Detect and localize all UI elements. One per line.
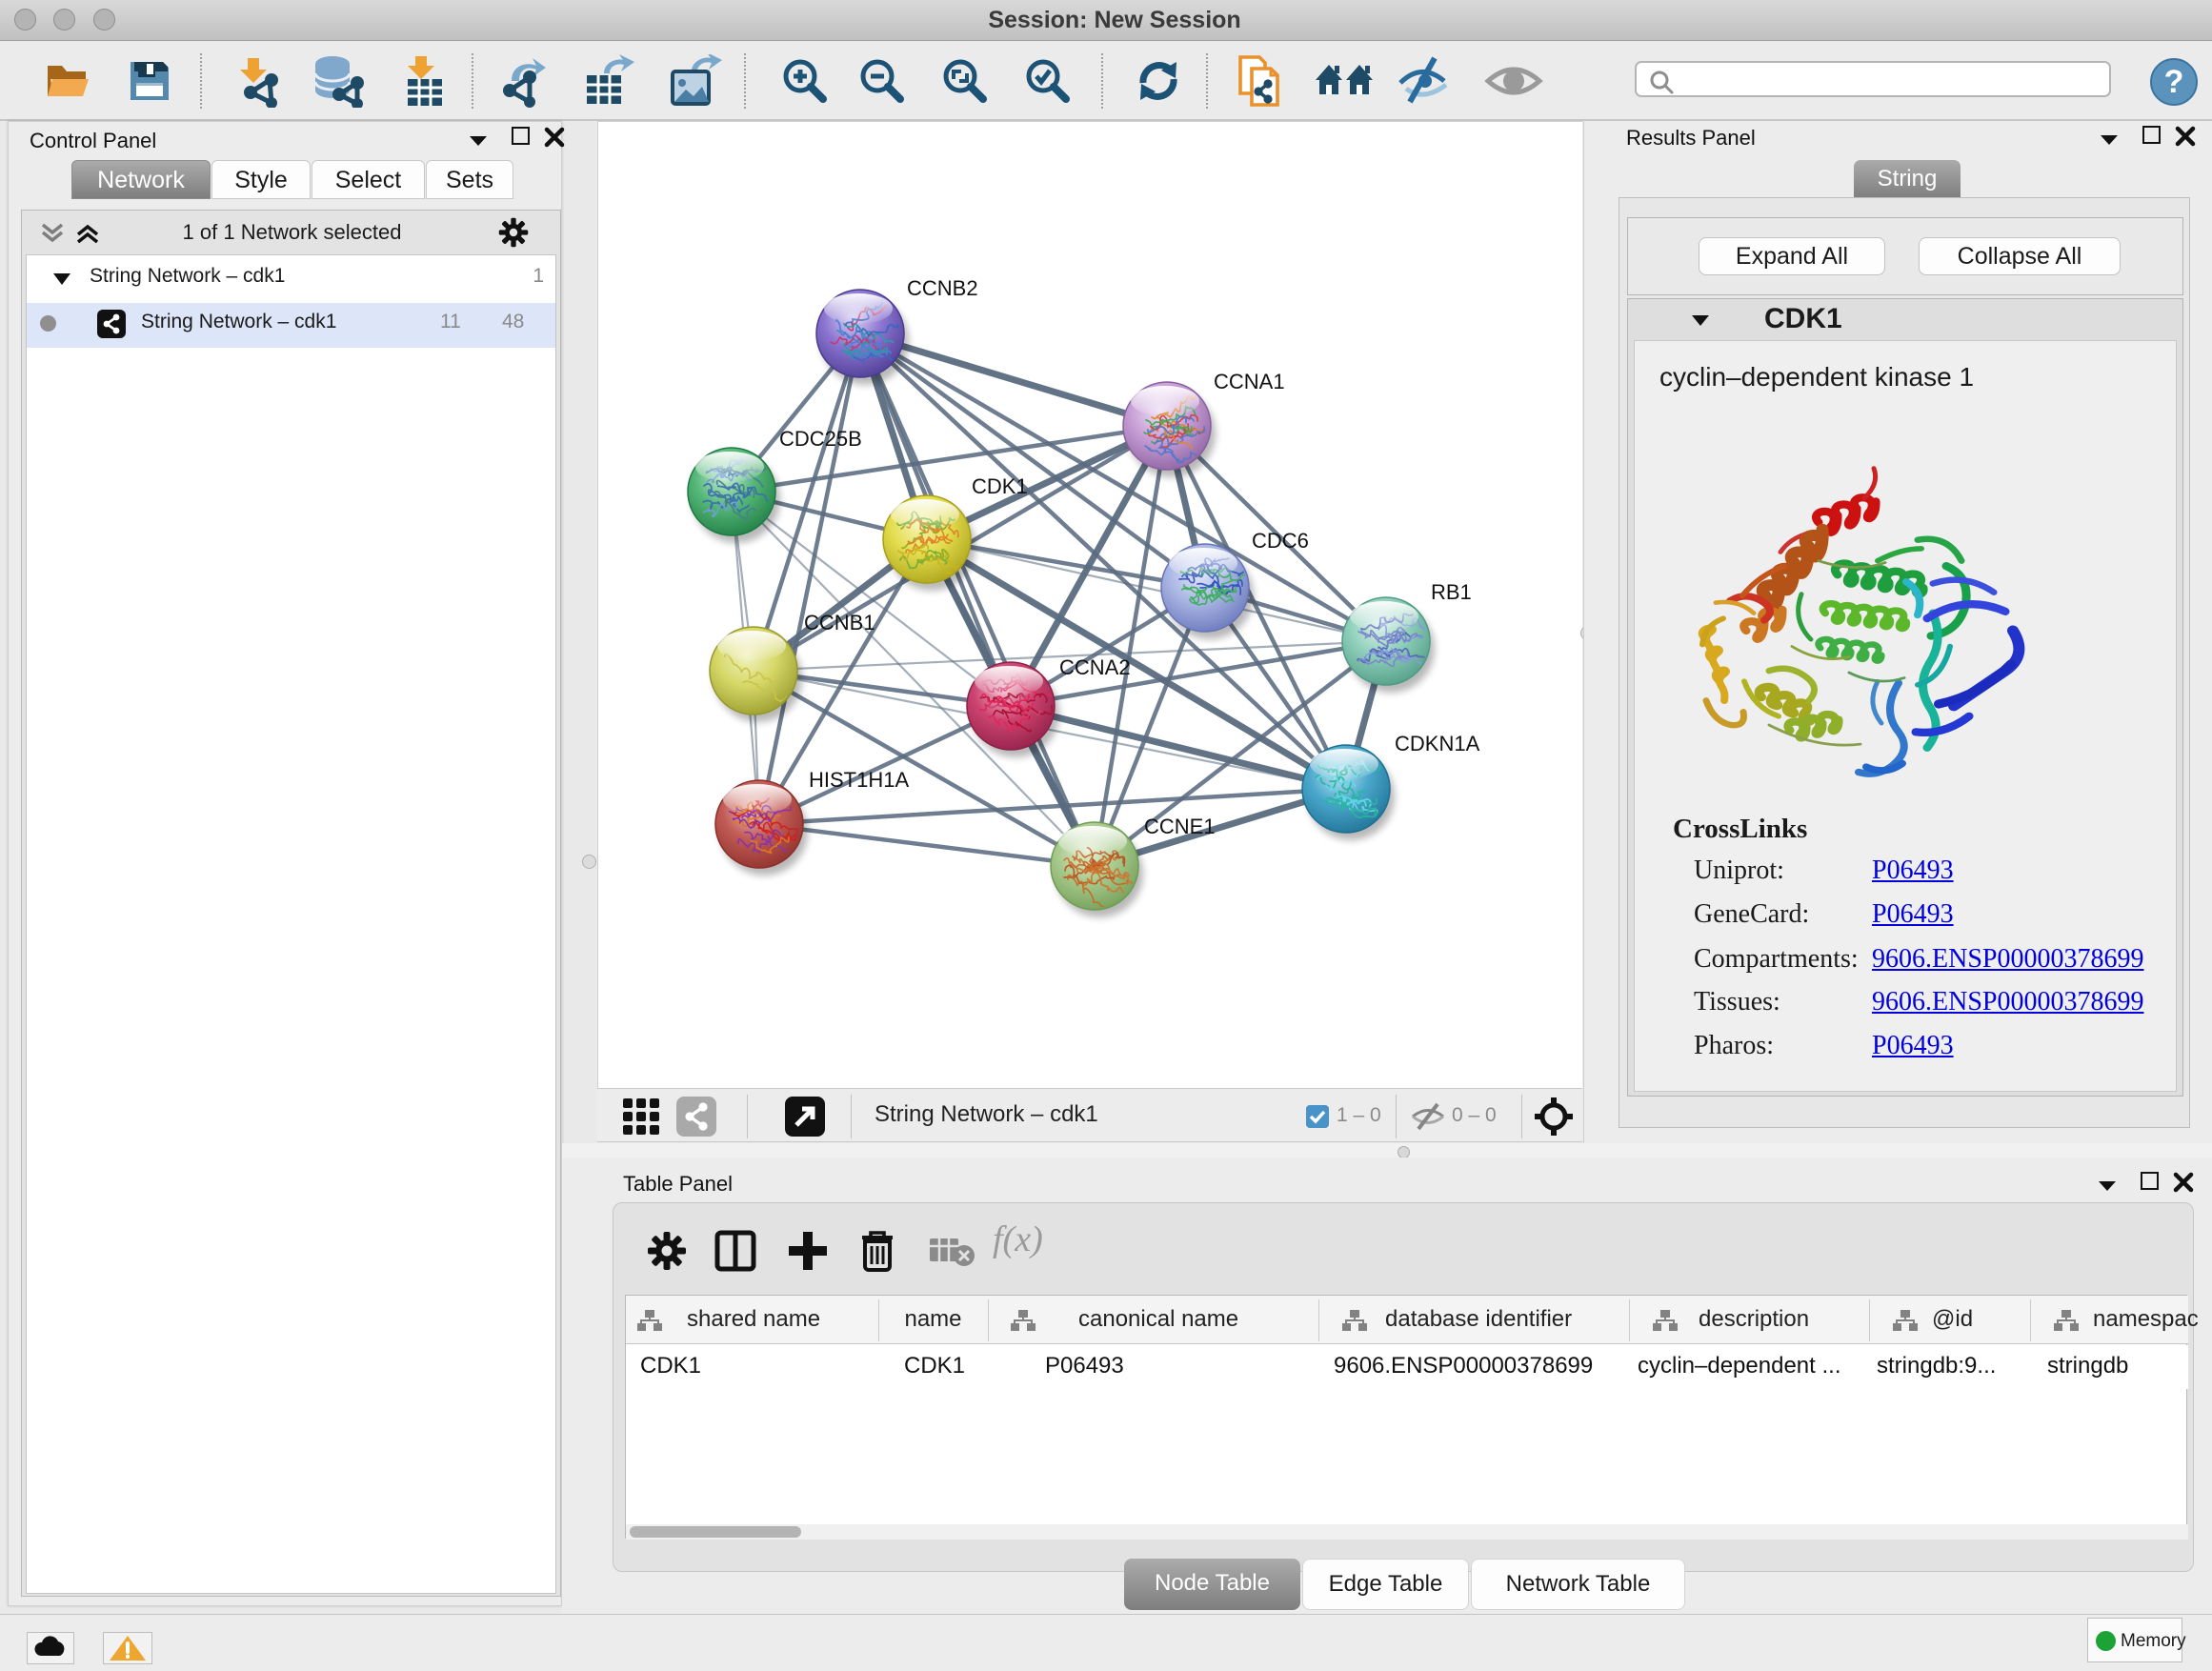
svg-text:CCNA2: CCNA2 — [1059, 655, 1131, 679]
svg-text:CDC6: CDC6 — [1252, 529, 1309, 553]
svg-text:CCNB2: CCNB2 — [907, 276, 978, 300]
svg-text:HIST1H1A: HIST1H1A — [809, 768, 909, 792]
svg-text:RB1: RB1 — [1431, 580, 1472, 604]
svg-text:CDK1: CDK1 — [972, 474, 1028, 498]
svg-text:?: ? — [2164, 64, 2184, 100]
svg-text:CCNB1: CCNB1 — [804, 611, 875, 634]
svg-text:CCNE1: CCNE1 — [1144, 815, 1216, 838]
svg-text:CDC25B: CDC25B — [779, 427, 862, 451]
svg-text:CCNA1: CCNA1 — [1214, 370, 1285, 393]
svg-text:CDKN1A: CDKN1A — [1395, 732, 1480, 755]
